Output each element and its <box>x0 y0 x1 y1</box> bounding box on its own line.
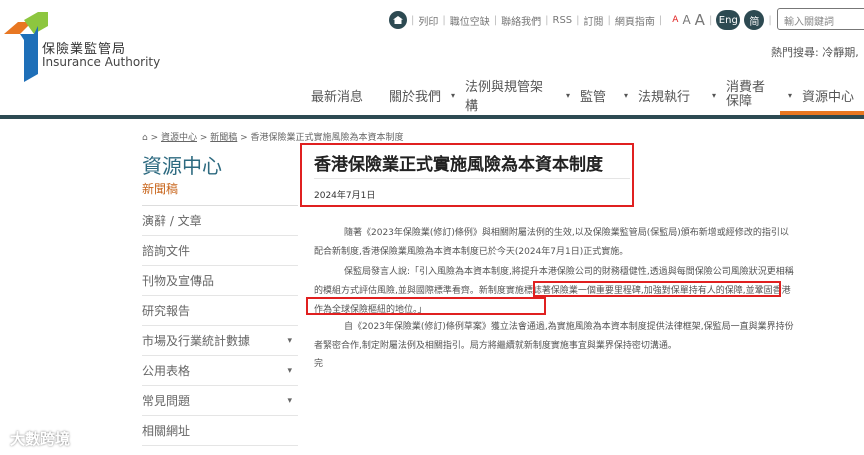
english-button[interactable]: Eng <box>716 10 741 30</box>
sidebar-item-forms[interactable]: 公用表格 <box>142 356 298 386</box>
nav-supervision[interactable]: 監管 <box>580 86 606 105</box>
main-nav: 最新消息 關於我們 ▾ 法例與規管架構 ▾ 監管 ▾ 法規執行 ▾ 消費者保障 ▾ 資源中… <box>311 80 864 114</box>
sidebar: 新聞稿 演辭 / 文章 諮詢文件 刊物及宣傳品 研究報告 市場及行業統計數據 公… <box>142 178 298 446</box>
logo-text-en: Insurance Authority <box>42 55 161 69</box>
home-icon[interactable]: ⌂ <box>142 133 148 143</box>
chevron-down-icon: ▾ <box>712 90 717 100</box>
sidebar-item-links[interactable]: 相關網址 <box>142 416 298 446</box>
article-end: 完 <box>314 359 324 369</box>
top-links: | 列印 | 職位空缺 | 聯絡我們 | RSS | 訂閱 | 網頁指南 | A A A |… <box>389 10 772 30</box>
quote-highlight-box <box>306 297 546 315</box>
guide-link[interactable]: 網頁指南 <box>615 13 655 28</box>
article-title: 香港保險業正式實施風險為本資本制度 <box>314 155 603 175</box>
subscribe-link[interactable]: 訂閱 <box>584 13 604 28</box>
nav-enforcement[interactable]: 法規執行 <box>638 86 690 105</box>
sidebar-item-faq[interactable]: 常見問題 <box>142 386 298 416</box>
sidebar-item-press-releases[interactable]: 新聞稿 <box>142 178 298 206</box>
font-medium-button[interactable]: A <box>682 13 690 27</box>
sidebar-item-statistics[interactable]: 市場及行業統計數據 <box>142 326 298 356</box>
chevron-down-icon: ▾ <box>624 90 629 100</box>
sidebar-item-speeches[interactable]: 演辭 / 文章 <box>142 206 298 236</box>
hot-search: 熱門搜尋: 冷靜期, <box>771 46 859 59</box>
quote-highlight-box <box>533 281 781 297</box>
chevron-down-icon: ▾ <box>451 90 456 100</box>
rss-link[interactable]: RSS <box>553 15 573 26</box>
font-small-button[interactable]: A <box>672 15 678 25</box>
nav-consumer[interactable]: 消費者保障 <box>726 81 778 109</box>
nav-legislation[interactable]: 法例與規管架構 <box>465 76 556 114</box>
breadcrumb: ⌂ > 資源中心 > 新聞稿 > 香港保險業正式實施風險為本資本制度 <box>142 133 404 143</box>
home-icon[interactable] <box>389 11 407 29</box>
header-bar <box>0 115 864 119</box>
jobs-link[interactable]: 職位空缺 <box>450 13 490 28</box>
article-paragraph-1: 隨著《2023年保險業(修訂)條例》與相關附屬法例的生效,以及保險業監管局(保監… <box>314 228 789 257</box>
chevron-down-icon: ▾ <box>565 90 570 100</box>
watermark: 大數跨境 <box>10 430 71 448</box>
print-link[interactable]: 列印 <box>418 13 438 28</box>
search-input[interactable]: 輸入關鍵詞 <box>777 8 864 30</box>
breadcrumb-current: 香港保險業正式實施風險為本資本制度 <box>250 133 404 143</box>
simplified-chinese-button[interactable]: 简 <box>744 10 765 30</box>
sidebar-item-publications[interactable]: 刊物及宣傳品 <box>142 266 298 296</box>
chevron-down-icon: ▾ <box>788 90 793 100</box>
sidebar-item-research[interactable]: 研究報告 <box>142 296 298 326</box>
sidebar-title: 資源中心 <box>142 154 222 178</box>
nav-about[interactable]: 關於我們 <box>389 86 441 105</box>
breadcrumb-press[interactable]: 新聞稿 <box>210 133 237 143</box>
article-date: 2024年7月1日 <box>314 191 376 201</box>
contact-link[interactable]: 聯絡我們 <box>501 13 541 28</box>
article-paragraph-3: 自《2023年保險業(修訂)條例草案》獲立法會通過,為實施風險為本資本制度提供法… <box>314 322 794 351</box>
font-large-button[interactable]: A <box>695 11 705 29</box>
sidebar-item-consultations[interactable]: 諮詢文件 <box>142 236 298 266</box>
breadcrumb-resources[interactable]: 資源中心 <box>161 133 197 143</box>
nav-resources[interactable]: 資源中心 <box>802 86 854 105</box>
divider <box>314 178 630 179</box>
nav-latest-news[interactable]: 最新消息 <box>311 86 363 105</box>
